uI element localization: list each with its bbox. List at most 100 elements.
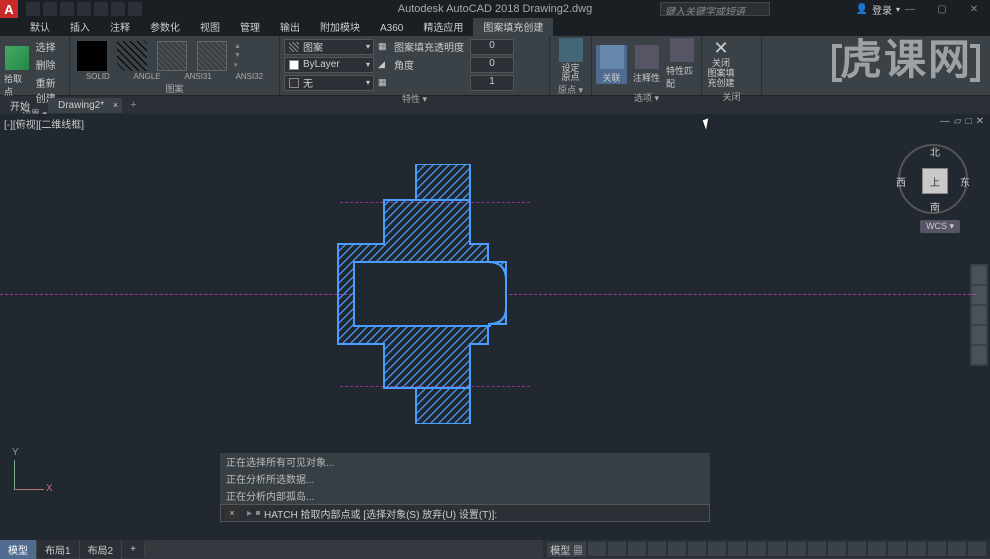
qat-redo-icon[interactable] (128, 2, 142, 16)
panel-properties-label: 特性 ▾ (284, 91, 545, 106)
status-ortho-icon[interactable] (628, 542, 646, 556)
tab-parametric[interactable]: 参数化 (140, 17, 190, 36)
pattern-ansi32[interactable] (194, 38, 230, 74)
status-cleanscreen-icon[interactable] (948, 542, 966, 556)
viewcube-top-face[interactable]: 上 (922, 168, 948, 194)
associative-icon (600, 45, 624, 69)
hatch-color-dropdown[interactable]: ByLayer (284, 57, 374, 73)
qat-saveas-icon[interactable] (77, 2, 91, 16)
viewcube[interactable]: 上 北 南 东 西 (898, 144, 968, 214)
viewcube-north[interactable]: 北 (930, 144, 940, 159)
vp-min-icon[interactable]: — (940, 116, 950, 127)
nav-pan-icon[interactable] (972, 286, 986, 304)
tab-annotate[interactable]: 注释 (100, 17, 140, 36)
qat-undo-icon[interactable] (111, 2, 125, 16)
qat-save-icon[interactable] (60, 2, 74, 16)
pattern-angle[interactable] (114, 38, 150, 74)
nav-zoom-icon[interactable] (972, 306, 986, 324)
command-close-icon[interactable]: × (225, 506, 239, 520)
transparency-input[interactable]: 0 (470, 39, 514, 55)
annotative-button[interactable]: 注释性 (631, 45, 662, 84)
status-isolate-icon[interactable] (908, 542, 926, 556)
tab-view[interactable]: 视图 (190, 17, 230, 36)
command-grip-icon[interactable] (256, 511, 260, 515)
app-logo[interactable]: A (0, 0, 18, 18)
viewcube-west[interactable]: 西 (896, 174, 906, 189)
set-origin-button[interactable]: 设定 原点 (554, 38, 587, 82)
status-polar-icon[interactable] (648, 542, 666, 556)
status-lineweight-icon[interactable] (728, 542, 746, 556)
maximize-button[interactable]: ▢ (926, 0, 958, 18)
status-units-icon[interactable] (848, 542, 866, 556)
scroll-down-icon[interactable]: ▼ (234, 52, 241, 59)
close-button[interactable]: ✕ (958, 0, 990, 18)
viewcube-ring[interactable]: 上 北 南 东 西 (898, 144, 968, 214)
tab-a360[interactable]: A360 (370, 21, 413, 36)
status-hardware-icon[interactable] (928, 542, 946, 556)
wcs-dropdown[interactable]: WCS ▾ (920, 220, 960, 233)
status-snap-icon[interactable] (608, 542, 626, 556)
pattern-ansi31[interactable] (154, 38, 190, 74)
vp-max-icon[interactable]: □ (966, 116, 972, 127)
status-workspace-icon[interactable] (808, 542, 826, 556)
status-grid-icon[interactable] (588, 542, 606, 556)
help-search-input[interactable]: 键入关键字或短语 (660, 2, 770, 16)
hatch-type-dropdown[interactable]: 图案 (284, 39, 374, 55)
select-button[interactable]: 选择 (34, 38, 65, 55)
doctab-start[interactable]: 开始 (0, 96, 48, 115)
doctab-close-icon[interactable]: × (113, 100, 118, 110)
tab-manage[interactable]: 管理 (230, 17, 270, 36)
status-transparency-icon[interactable] (748, 542, 766, 556)
layout-tab-2[interactable]: 布局2 (80, 540, 123, 559)
tab-default[interactable]: 默认 (20, 17, 60, 36)
nav-showmotion-icon[interactable] (972, 346, 986, 364)
status-3dosnap-icon[interactable] (688, 542, 706, 556)
qat-new-icon[interactable] (26, 2, 40, 16)
status-otrack-icon[interactable] (708, 542, 726, 556)
remove-button[interactable]: 删除 (34, 56, 65, 73)
layout-tab-add[interactable]: + (122, 542, 145, 557)
pattern-solid[interactable] (74, 38, 110, 74)
status-osnap-icon[interactable] (668, 542, 686, 556)
layout-tab-model[interactable]: 模型 (0, 540, 37, 559)
tab-featured[interactable]: 精选应用 (413, 17, 473, 36)
command-log-2: 正在分析所选数据... (220, 470, 710, 487)
status-quickprops-icon[interactable] (868, 542, 886, 556)
associative-button[interactable]: 关联 (596, 45, 627, 84)
status-annoscale-icon[interactable] (788, 542, 806, 556)
match-props-button[interactable]: 特性匹配 (666, 38, 697, 90)
hatch-bg-dropdown[interactable]: 无 (284, 75, 374, 91)
tab-output[interactable]: 输出 (270, 17, 310, 36)
close-x-icon: ✕ (713, 38, 728, 59)
pick-points-button[interactable]: 拾取点 (4, 46, 30, 98)
qat-plot-icon[interactable] (94, 2, 108, 16)
vp-close-icon[interactable]: ✕ (976, 116, 984, 127)
viewcube-south[interactable]: 南 (930, 199, 940, 214)
angle-input[interactable]: 0 (470, 57, 514, 73)
viewcube-east[interactable]: 东 (960, 174, 970, 189)
status-model-button[interactable]: 模型 ▦ (547, 542, 586, 557)
status-annomon-icon[interactable] (828, 542, 846, 556)
scale-input[interactable]: 1 (470, 75, 514, 91)
scroll-up-icon[interactable]: ▲ (234, 43, 241, 50)
tab-hatch-creation[interactable]: 图案填充创建 (473, 17, 553, 36)
status-cycling-icon[interactable] (768, 542, 786, 556)
nav-orbit-icon[interactable] (972, 326, 986, 344)
vp-restore-icon[interactable]: ▱ (954, 116, 962, 127)
layout-tab-1[interactable]: 布局1 (37, 540, 80, 559)
status-customize-icon[interactable] (968, 542, 986, 556)
minimize-button[interactable]: — (894, 0, 926, 18)
command-line[interactable]: × ▸ HATCH 拾取内部点或 [选择对象(S) 放弃(U) 设置(T)]: (220, 504, 710, 522)
doctab-new-button[interactable]: + (122, 99, 144, 111)
viewport-label[interactable]: [-][俯视][二维线框] (4, 116, 84, 131)
qat-open-icon[interactable] (43, 2, 57, 16)
doctab-drawing2[interactable]: Drawing2*× (48, 98, 122, 113)
status-lock-icon[interactable] (888, 542, 906, 556)
expand-icon[interactable]: ▾ (234, 61, 241, 69)
viewport[interactable]: [-][俯视][二维线框] — ▱ □ ✕ 上 北 南 东 西 WCS ▾ (0, 114, 990, 540)
close-hatch-button[interactable]: ✕关闭图案填充创建 (706, 38, 736, 89)
tab-insert[interactable]: 插入 (60, 17, 100, 36)
tab-addins[interactable]: 附加模块 (310, 17, 370, 36)
angle-label: 角度 (394, 57, 466, 72)
nav-wheel-icon[interactable] (972, 266, 986, 284)
